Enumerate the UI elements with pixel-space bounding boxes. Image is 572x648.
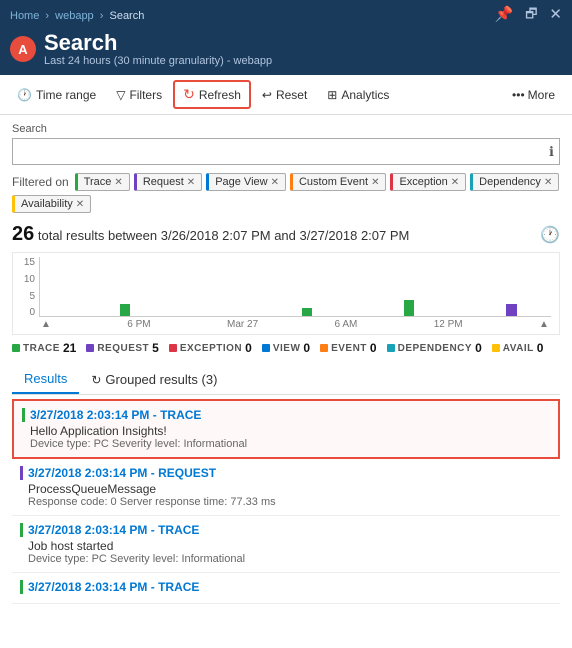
filter-icon: ▽ <box>116 88 125 102</box>
chart-legend: TRACE 21 REQUEST 5 EXCEPTION 0 VIEW 0 EV… <box>12 341 560 355</box>
close-trace-icon[interactable]: ✕ <box>114 177 122 188</box>
result-meta: Response code: 0 Server response time: 7… <box>28 496 552 508</box>
chart-y-label-15: 15 <box>21 257 35 268</box>
breadcrumb: Home › webapp › Search <box>10 10 144 22</box>
clock-icon: 🕐 <box>17 88 32 102</box>
results-count: 26 <box>12 223 34 245</box>
chart-x-12pm: 12 PM <box>434 319 463 330</box>
pin-icon[interactable]: 📌 <box>495 5 514 27</box>
filter-section: Filtered on Trace ✕ Request ✕ Page View … <box>12 173 560 213</box>
info-icon[interactable]: ℹ <box>549 144 554 160</box>
result-body: Job host started <box>28 539 552 553</box>
chart-x-6pm: 6 PM <box>127 319 150 330</box>
more-dots-icon: ••• <box>512 88 525 102</box>
result-title: 3/27/2018 2:03:14 PM - TRACE <box>22 408 550 422</box>
legend-dependency: DEPENDENCY 0 <box>387 341 482 355</box>
analytics-icon: ⊞ <box>327 88 337 102</box>
filtered-on-label: Filtered on <box>12 175 69 189</box>
legend-view: VIEW 0 <box>262 341 310 355</box>
close-exception-icon[interactable]: ✕ <box>451 177 459 188</box>
legend-request: REQUEST 5 <box>86 341 159 355</box>
result-list: 3/27/2018 2:03:14 PM - TRACE Hello Appli… <box>12 399 560 604</box>
search-section: Search ℹ <box>12 123 560 165</box>
app-icon: A <box>10 36 36 62</box>
result-body: Hello Application Insights! <box>30 424 550 438</box>
close-icon[interactable]: ✕ <box>549 5 562 27</box>
chart-y-label-5: 5 <box>21 291 35 302</box>
filter-tag-trace[interactable]: Trace ✕ <box>75 173 130 191</box>
legend-event: EVENT 0 <box>320 341 377 355</box>
reset-button[interactable]: ↩ Reset <box>253 83 316 107</box>
result-item[interactable]: 3/27/2018 2:03:14 PM - TRACE <box>12 573 560 604</box>
search-input[interactable] <box>12 138 560 165</box>
history-icon[interactable]: 🕐 <box>540 225 560 245</box>
result-item[interactable]: 3/27/2018 2:03:14 PM - TRACE Job host st… <box>12 516 560 573</box>
filters-button[interactable]: ▽ Filters <box>107 83 171 107</box>
result-title: 3/27/2018 2:03:14 PM - REQUEST <box>20 466 552 480</box>
filter-tag-dependency[interactable]: Dependency ✕ <box>470 173 559 191</box>
page-title: Search <box>44 31 272 55</box>
tab-grouped[interactable]: ↻ Grouped results (3) <box>79 366 229 393</box>
chart-x-arrow2: ▲ <box>539 319 549 330</box>
chart-x-mar27: Mar 27 <box>227 319 258 330</box>
legend-avail: AVAIL 0 <box>492 341 544 355</box>
close-request-icon[interactable]: ✕ <box>187 177 195 188</box>
results-summary: 26 total results between 3/26/2018 2:07 … <box>12 223 409 246</box>
analytics-button[interactable]: ⊞ Analytics <box>318 83 398 107</box>
refresh-icon: ↻ <box>183 86 195 103</box>
refresh-button[interactable]: ↻ Refresh <box>173 80 251 109</box>
result-title: 3/27/2018 2:03:14 PM - TRACE <box>20 580 552 594</box>
result-item[interactable]: 3/27/2018 2:03:14 PM - TRACE Hello Appli… <box>12 399 560 459</box>
tabs-row: Results ↻ Grouped results (3) <box>12 365 560 395</box>
search-label: Search <box>12 123 560 135</box>
result-meta: Device type: PC Severity level: Informat… <box>30 438 550 450</box>
grouped-icon: ↻ <box>91 373 101 387</box>
filter-tag-exception[interactable]: Exception ✕ <box>390 173 466 191</box>
filter-tag-customevent[interactable]: Custom Event ✕ <box>290 173 386 191</box>
close-dependency-icon[interactable]: ✕ <box>544 177 552 188</box>
chart-y-label-0: 0 <box>21 307 35 318</box>
chart-y-label-10: 10 <box>21 274 35 285</box>
page-subtitle: Last 24 hours (30 minute granularity) - … <box>44 55 272 67</box>
filter-tag-availability[interactable]: Availability ✕ <box>12 195 91 213</box>
filter-tag-request[interactable]: Request ✕ <box>134 173 202 191</box>
tab-results[interactable]: Results <box>12 365 79 394</box>
filter-tag-pageview[interactable]: Page View ✕ <box>206 173 286 191</box>
close-availability-icon[interactable]: ✕ <box>76 199 84 210</box>
restore-icon[interactable]: 🗗 <box>525 5 537 27</box>
legend-trace: TRACE 21 <box>12 341 76 355</box>
more-button[interactable]: ••• More <box>503 83 564 107</box>
result-meta: Device type: PC Severity level: Informat… <box>28 553 552 565</box>
chart-x-arrow1: ▲ <box>41 319 51 330</box>
chart-area: 15 10 5 0 ▲ 6 PM Mar 27 6 AM 12 PM ▲ <box>12 252 560 335</box>
close-pageview-icon[interactable]: ✕ <box>271 177 279 188</box>
results-text: total results between 3/26/2018 2:07 PM … <box>38 228 409 243</box>
legend-exception: EXCEPTION 0 <box>169 341 252 355</box>
close-customevent-icon[interactable]: ✕ <box>371 177 379 188</box>
chart-x-6am: 6 AM <box>335 319 358 330</box>
result-item[interactable]: 3/27/2018 2:03:14 PM - REQUEST ProcessQu… <box>12 459 560 516</box>
time-range-button[interactable]: 🕐 Time range <box>8 83 105 107</box>
undo-icon: ↩ <box>262 88 272 102</box>
result-title: 3/27/2018 2:03:14 PM - TRACE <box>20 523 552 537</box>
result-body: ProcessQueueMessage <box>28 482 552 496</box>
